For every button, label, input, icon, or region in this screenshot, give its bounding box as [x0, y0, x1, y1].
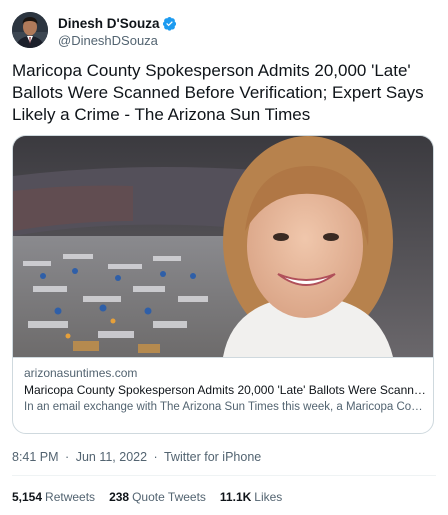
article-preview-image[interactable] [13, 136, 433, 357]
quote-tweets-stat[interactable]: 238 Quote Tweets [109, 489, 206, 505]
meta-separator: · [65, 450, 70, 464]
quotes-count: 238 [109, 490, 130, 504]
divider [12, 475, 436, 476]
card-description-text: In an email exchange with The Arizona Su… [24, 401, 426, 413]
author-info: Dinesh D'Souza @DineshDSouza [58, 14, 177, 48]
card-divider [13, 357, 433, 358]
tweet-source[interactable]: Twitter for iPhone [164, 450, 261, 464]
tweet: Dinesh D'Souza @DineshDSouza Maricopa Co… [0, 0, 448, 515]
display-name[interactable]: Dinesh D'Souza [58, 16, 159, 31]
handle[interactable]: @DineshDSouza [58, 33, 177, 48]
likes-count: 11.1K [219, 490, 252, 504]
card-description: In an email exchange with The Arizona Su… [24, 399, 426, 415]
tweet-date[interactable]: Jun 11, 2022 [76, 450, 147, 464]
link-card[interactable]: arizonasuntimes.com Maricopa County Spok… [12, 135, 434, 434]
quotes-label: Quote Tweets [132, 490, 206, 504]
retweets-count: 5,154 [12, 490, 43, 504]
tweet-time[interactable]: 8:41 PM [12, 450, 59, 464]
likes-label: Likes [254, 490, 283, 504]
tweet-header: Dinesh D'Souza @DineshDSouza [12, 12, 432, 52]
meta-separator: · [153, 450, 158, 464]
avatar[interactable] [12, 12, 48, 48]
retweets-stat[interactable]: 5,154 Retweets [12, 489, 95, 505]
verified-badge-icon [162, 16, 177, 31]
retweets-label: Retweets [45, 490, 96, 504]
card-domain: arizonasuntimes.com [24, 366, 138, 380]
tweet-text: Maricopa County Spokesperson Admits 20,0… [12, 61, 424, 124]
likes-stat[interactable]: 11.1K Likes [220, 489, 282, 505]
card-text[interactable]: arizonasuntimes.com Maricopa County Spok… [24, 365, 426, 415]
tweet-meta: 8:41 PM · Jun 11, 2022 · Twitter for iPh… [12, 449, 261, 465]
tweet-stats: 5,154 Retweets 238 Quote Tweets 11.1K Likes [12, 489, 296, 505]
card-title: Maricopa County Spokesperson Admits 20,0… [24, 383, 426, 397]
